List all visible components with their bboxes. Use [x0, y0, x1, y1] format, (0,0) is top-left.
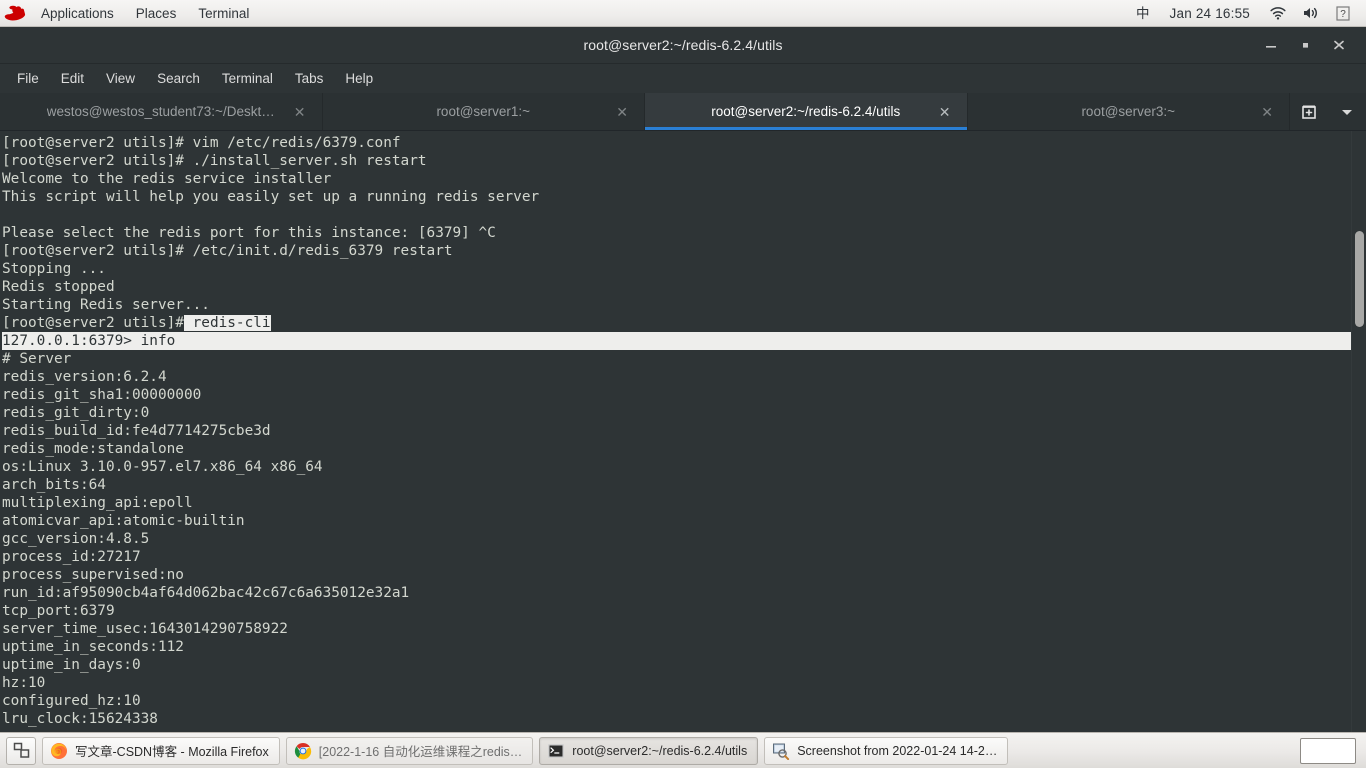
menu-tabs[interactable]: Tabs — [284, 64, 335, 93]
task-chrome[interactable]: [2022-1-16 自动化运维课程之redis… — [285, 736, 534, 765]
terminal-segment: [root@server2 utils]# — [2, 315, 184, 331]
menu-search[interactable]: Search — [146, 64, 211, 93]
topbar-left-group: Applications Places Terminal — [0, 0, 260, 26]
help-unknown-icon[interactable]: ? — [1328, 0, 1358, 27]
terminal-line: arch_bits:64 — [2, 477, 106, 493]
workspace-cell[interactable] — [1301, 739, 1355, 763]
terminal-line: atomicvar_api:atomic-builtin — [2, 513, 245, 529]
tab-actions-group — [1290, 93, 1366, 130]
svg-text:?: ? — [1340, 9, 1346, 20]
terminal-line: Welcome to the redis service installer — [2, 171, 332, 187]
window-titlebar[interactable]: root@server2:~/redis-6.2.4/utils — [0, 27, 1366, 64]
menu-terminal[interactable]: Terminal — [211, 64, 284, 93]
tab-close-icon[interactable]: ✕ — [1261, 105, 1273, 119]
terminal-line: server_time_usec:1643014290758922 — [2, 621, 288, 637]
screenshot-icon — [772, 742, 790, 760]
terminal-output-area[interactable]: [root@server2 utils]# vim /etc/redis/637… — [0, 131, 1366, 732]
terminal-line: multiplexing_api:epoll — [2, 495, 193, 511]
terminal-line: [root@server2 utils]# ./install_server.s… — [2, 153, 427, 169]
terminal-line: tcp_port:6379 — [2, 603, 115, 619]
chrome-icon — [294, 742, 312, 760]
volume-icon[interactable] — [1294, 0, 1328, 27]
terminal-scrollbar[interactable] — [1351, 131, 1366, 732]
terminal-icon — [547, 742, 565, 760]
menu-view[interactable]: View — [95, 64, 146, 93]
new-tab-icon[interactable] — [1296, 99, 1322, 125]
terminal-line: uptime_in_seconds:112 — [2, 639, 184, 655]
tab-label: root@server2:~/redis-6.2.4/utils — [711, 104, 901, 119]
terminal-line: # Server — [2, 351, 72, 367]
tab-close-icon[interactable]: ✕ — [616, 105, 628, 119]
window-controls — [1254, 31, 1366, 59]
menu-help[interactable]: Help — [334, 64, 384, 93]
gnome-top-bar: Applications Places Terminal 中 Jan 24 16… — [0, 0, 1366, 27]
task-label: 写文章-CSDN博客 - Mozilla Firefox — [75, 745, 269, 759]
terminal-scrollbar-thumb[interactable] — [1355, 231, 1364, 327]
terminal-line: configured_hz:10 — [2, 693, 141, 709]
ime-indicator[interactable]: 中 — [1128, 0, 1158, 27]
terminal-line: redis_git_sha1:00000000 — [2, 387, 202, 403]
close-button[interactable] — [1322, 31, 1356, 59]
terminal-line: hz:10 — [2, 675, 46, 691]
tab-root-server2[interactable]: root@server2:~/redis-6.2.4/utils ✕ — [645, 93, 968, 130]
maximize-button[interactable] — [1288, 31, 1322, 59]
terminal-line: redis_git_dirty:0 — [2, 405, 150, 421]
window-title: root@server2:~/redis-6.2.4/utils — [583, 37, 783, 53]
terminal-line: [root@server2 utils]# /etc/init.d/redis_… — [2, 243, 453, 259]
redhat-logo-icon — [0, 0, 30, 27]
network-wifi-icon[interactable] — [1262, 0, 1294, 27]
terminal-line: redis_version:6.2.4 — [2, 369, 167, 385]
terminal-line: gcc_version:4.8.5 — [2, 531, 150, 547]
terminal-selected-segment: redis-cli — [183, 315, 271, 331]
tab-close-icon[interactable]: ✕ — [294, 105, 306, 119]
terminal-line: Stopping ... — [2, 261, 106, 277]
places-menu[interactable]: Places — [125, 0, 188, 27]
terminal-line: run_id:af95090cb4af64d062bac42c67c6a6350… — [2, 585, 410, 601]
minimize-button[interactable] — [1254, 31, 1288, 59]
tab-label: westos@westos_student73:~/Deskt… — [46, 104, 275, 119]
terminal-text: [root@server2 utils]# vim /etc/redis/637… — [0, 131, 1353, 728]
topbar-status-area: 中 Jan 24 16:55 ? — [1128, 0, 1366, 26]
terminal-line: 127.0.0.1:6379> info — [2, 332, 1353, 350]
terminal-line: redis_mode:standalone — [2, 441, 184, 457]
task-firefox[interactable]: 写文章-CSDN博客 - Mozilla Firefox — [42, 736, 280, 765]
tab-label: root@server3:~ — [1081, 104, 1176, 119]
terminal-line: os:Linux 3.10.0-957.el7.x86_64 x86_64 — [2, 459, 323, 475]
terminal-line: [root@server2 utils]# redis-cli — [2, 314, 1353, 332]
tab-label: root@server1:~ — [436, 104, 531, 119]
terminal-menu[interactable]: Terminal — [187, 0, 260, 27]
terminal-window: root@server2:~/redis-6.2.4/utils File Ed… — [0, 27, 1366, 732]
tab-westos-student73[interactable]: westos@westos_student73:~/Deskt… ✕ — [0, 93, 323, 130]
applications-menu[interactable]: Applications — [30, 0, 125, 27]
terminal-line: This script will help you easily set up … — [2, 189, 540, 205]
show-desktop-icon[interactable] — [6, 736, 36, 765]
tab-bar: westos@westos_student73:~/Deskt… ✕ root@… — [0, 93, 1366, 131]
tab-close-icon[interactable]: ✕ — [939, 105, 951, 119]
terminal-line: redis_build_id:fe4d7714275cbe3d — [2, 423, 271, 439]
tab-list-chevron-down-icon[interactable] — [1334, 99, 1360, 125]
tab-root-server3[interactable]: root@server3:~ ✕ — [968, 93, 1290, 130]
menu-bar: File Edit View Search Terminal Tabs Help — [0, 64, 1366, 93]
task-label: [2022-1-16 自动化运维课程之redis… — [318, 745, 523, 759]
task-screenshot[interactable]: Screenshot from 2022-01-24 14-2… — [764, 736, 1009, 765]
terminal-line: process_id:27217 — [2, 549, 141, 565]
terminal-line: lru_clock:15624338 — [2, 711, 158, 727]
terminal-line: [root@server2 utils]# vim /etc/redis/637… — [2, 135, 401, 151]
terminal-line: Redis stopped — [2, 279, 115, 295]
tab-root-server1[interactable]: root@server1:~ ✕ — [323, 93, 645, 130]
clock[interactable]: Jan 24 16:55 — [1158, 0, 1262, 27]
terminal-line: Please select the redis port for this in… — [2, 225, 496, 241]
workspace-switcher[interactable] — [1300, 737, 1356, 764]
menu-file[interactable]: File — [6, 64, 50, 93]
task-label: Screenshot from 2022-01-24 14-2… — [797, 743, 998, 758]
menu-edit[interactable]: Edit — [50, 64, 95, 93]
task-label: root@server2:~/redis-6.2.4/utils — [572, 743, 748, 758]
terminal-line: process_supervised:no — [2, 567, 184, 583]
terminal-line: Starting Redis server... — [2, 297, 210, 313]
terminal-line: uptime_in_days:0 — [2, 657, 141, 673]
task-terminal[interactable]: root@server2:~/redis-6.2.4/utils — [539, 736, 759, 765]
taskbar: 写文章-CSDN博客 - Mozilla Firefox [2022-1-16 … — [0, 732, 1366, 768]
firefox-icon — [50, 742, 68, 760]
